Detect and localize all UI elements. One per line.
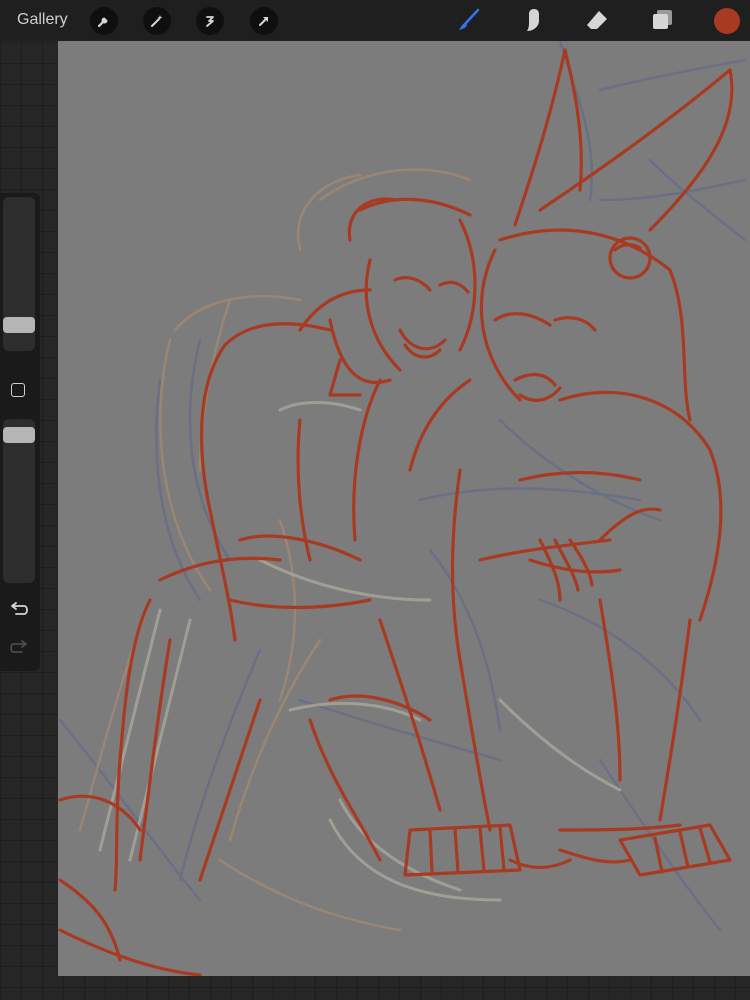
modify-button[interactable] bbox=[11, 383, 25, 397]
smudge-icon bbox=[527, 9, 539, 31]
eraser-icon bbox=[587, 11, 607, 29]
brush-tool-button[interactable] bbox=[455, 6, 483, 34]
drawing-canvas[interactable] bbox=[58, 41, 750, 976]
redo-arrow-icon bbox=[10, 640, 27, 653]
adjustments-button[interactable] bbox=[143, 7, 171, 35]
brush-size-thumb[interactable] bbox=[3, 317, 35, 333]
top-toolbar: Gallery bbox=[0, 0, 750, 41]
smudge-tool-button[interactable] bbox=[519, 6, 547, 34]
selection-icon bbox=[206, 16, 214, 27]
transform-arrow-icon bbox=[259, 17, 268, 26]
sketch-artwork bbox=[58, 41, 747, 976]
selection-button[interactable] bbox=[196, 7, 224, 35]
layers-tool-button[interactable] bbox=[648, 6, 676, 34]
opacity-thumb[interactable] bbox=[3, 427, 35, 443]
left-sidebar bbox=[0, 193, 40, 671]
layers-icon bbox=[653, 10, 672, 29]
redo-button[interactable] bbox=[8, 637, 30, 657]
undo-arrow-icon bbox=[11, 602, 28, 615]
brush-size-slider[interactable] bbox=[3, 197, 35, 351]
color-picker-button[interactable] bbox=[714, 8, 740, 34]
transform-button[interactable] bbox=[250, 7, 278, 35]
actions-button[interactable] bbox=[90, 7, 118, 35]
procreate-app: Gallery bbox=[0, 0, 750, 1000]
opacity-slider[interactable] bbox=[3, 419, 35, 583]
magic-wand-icon bbox=[151, 15, 163, 27]
undo-button[interactable] bbox=[8, 599, 30, 619]
brush-icon bbox=[459, 8, 480, 30]
gallery-button[interactable]: Gallery bbox=[17, 10, 68, 30]
eraser-tool-button[interactable] bbox=[583, 6, 611, 34]
wrench-icon bbox=[97, 17, 108, 28]
